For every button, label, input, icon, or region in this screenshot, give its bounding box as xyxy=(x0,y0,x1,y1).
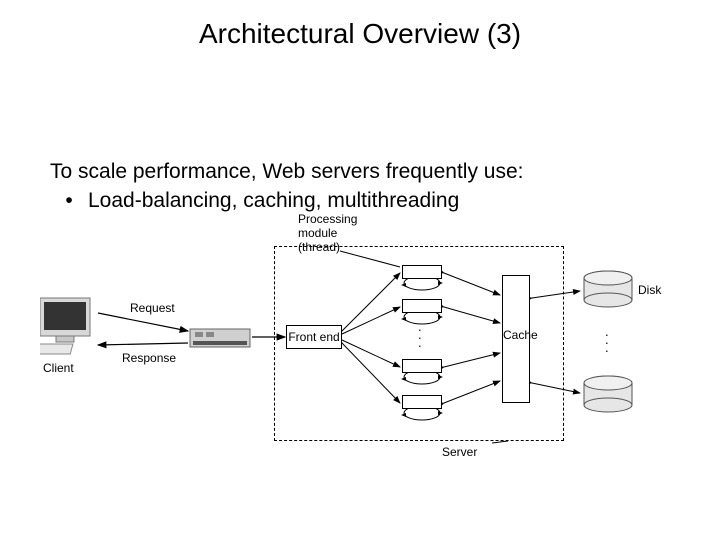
response-arrow xyxy=(98,343,188,345)
architecture-diagram: Front end Cache ... ... Client Request R… xyxy=(40,243,680,483)
server-label: Server xyxy=(442,445,477,459)
client-icon xyxy=(40,298,90,354)
front-end-box: Front end xyxy=(286,325,342,349)
body-text: To scale performance, Web servers freque… xyxy=(50,158,524,215)
request-arrow xyxy=(98,313,188,331)
response-label: Response xyxy=(122,351,176,365)
bullet-row: •Load-balancing, caching, multithreading xyxy=(50,187,524,214)
bullet-text: Load-balancing, caching, multithreading xyxy=(88,189,459,212)
request-label: Request xyxy=(130,301,175,315)
disk-bottom-icon xyxy=(584,376,632,412)
disk-top-icon xyxy=(584,271,632,307)
thread-box-4 xyxy=(402,395,442,409)
client-label: Client xyxy=(43,361,74,375)
thread-vdots: ... xyxy=(418,323,422,347)
thread-box-2 xyxy=(402,299,442,313)
thread-box-1 xyxy=(402,265,442,279)
intro-line: To scale performance, Web servers freque… xyxy=(50,158,524,185)
slide-title: Architectural Overview (3) xyxy=(0,18,720,50)
gateway-device-icon xyxy=(190,329,250,347)
disk-vdots: ... xyxy=(605,328,609,352)
disk-label: Disk xyxy=(638,283,661,297)
thread-box-3 xyxy=(402,359,442,373)
cache-box: Cache xyxy=(502,275,530,403)
processing-label: Processing module (thread) xyxy=(298,213,357,254)
bullet-symbol: • xyxy=(50,187,88,214)
